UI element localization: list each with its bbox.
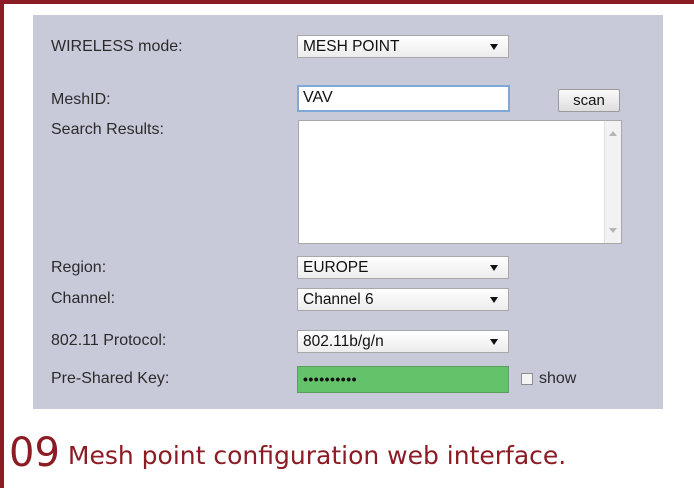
scroll-down-icon[interactable] <box>609 228 617 233</box>
search-results-label: Search Results: <box>51 121 164 138</box>
dropdown-arrow-icon <box>490 265 498 271</box>
dropdown-arrow-icon <box>490 339 498 345</box>
frame-left-border <box>0 0 4 488</box>
psk-input[interactable]: •••••••••• <box>297 366 509 393</box>
channel-label: Channel: <box>51 290 116 307</box>
psk-label: Pre-Shared Key: <box>51 370 170 387</box>
protocol-label: 802.11 Protocol: <box>51 332 167 349</box>
mesh-id-label: MeshID: <box>51 91 111 108</box>
show-key-label[interactable]: show <box>539 370 576 388</box>
dropdown-arrow-icon <box>490 44 498 50</box>
protocol-value: 802.11b/g/n <box>303 333 384 350</box>
search-results-list[interactable] <box>298 120 622 244</box>
region-select[interactable]: EUROPE <box>297 256 509 279</box>
frame-top-border <box>0 0 694 4</box>
show-key-checkbox[interactable] <box>521 373 533 385</box>
wireless-mode-label: WIRELESS mode: <box>51 38 183 55</box>
channel-select[interactable]: Channel 6 <box>297 288 509 311</box>
mesh-id-input[interactable]: VAV <box>297 85 510 112</box>
channel-value: Channel 6 <box>303 291 374 308</box>
wireless-mode-value: MESH POINT <box>303 38 400 55</box>
scroll-up-icon[interactable] <box>609 131 617 136</box>
config-panel: WIRELESS mode: MESH POINT MeshID: VAV sc… <box>33 15 663 409</box>
caption-text: Mesh point configuration web interface. <box>67 441 567 470</box>
dropdown-arrow-icon <box>490 297 498 303</box>
protocol-select[interactable]: 802.11b/g/n <box>297 330 509 353</box>
wireless-mode-select[interactable]: MESH POINT <box>297 35 509 58</box>
region-value: EUROPE <box>303 259 369 276</box>
scan-button[interactable]: scan <box>558 89 620 112</box>
results-scrollbar[interactable] <box>604 121 621 243</box>
caption-number: 09 <box>9 430 60 476</box>
region-label: Region: <box>51 259 107 276</box>
figure-caption: 09 Mesh point configuration web interface… <box>9 430 566 476</box>
